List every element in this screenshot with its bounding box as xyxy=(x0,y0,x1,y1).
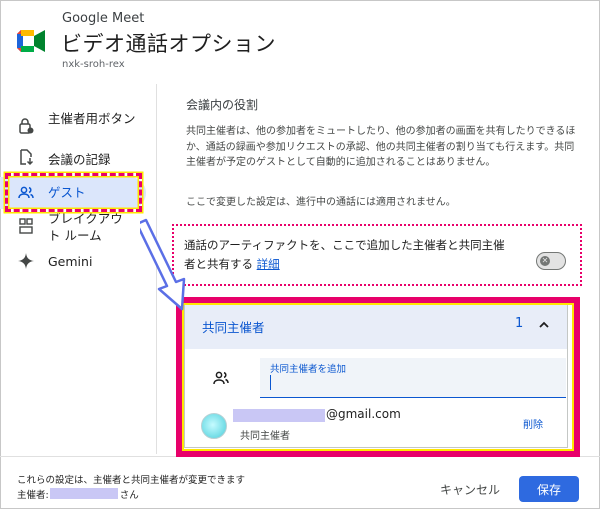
share-artifacts-text: 通話のアーティファクトを、ここで追加した主催者と共同主催者と共有する 詳細 xyxy=(184,238,505,271)
sidebar-item-recording[interactable]: 会議の記録 xyxy=(0,147,157,173)
chevron-up-icon[interactable] xyxy=(538,319,550,331)
add-cohost-label: 共同主催者を追加 xyxy=(270,364,347,375)
sidebar-item-label: 会議の記録 xyxy=(48,152,111,167)
cohost-role: 共同主催者 xyxy=(240,431,290,442)
cohost-panel-title: 共同主催者 xyxy=(202,320,265,335)
add-people-icon xyxy=(213,371,229,385)
google-meet-logo-icon xyxy=(17,30,45,52)
toggle-knob: ✕ xyxy=(540,256,550,266)
avatar xyxy=(201,413,227,439)
share-artifacts-toggle[interactable]: ✕ xyxy=(536,252,566,270)
sidebar-item-label: 主催者用ボタン xyxy=(48,111,136,126)
add-cohost-input[interactable] xyxy=(268,374,558,394)
share-artifacts-setting: 通話のアーティファクトを、ここで追加した主催者と共同主催者と共有する 詳細 ✕ xyxy=(174,225,580,285)
sidebar-item-label: ゲスト xyxy=(48,185,86,200)
sidebar-item-host-controls[interactable]: 主催者用ボタン xyxy=(0,106,157,146)
close-icon: ✕ xyxy=(541,256,549,265)
breakout-room-icon xyxy=(19,218,33,234)
add-cohost-field: 共同主催者を追加 xyxy=(260,358,566,398)
sidebar-item-label: ブレイクアウト ルーム xyxy=(48,211,123,243)
dialog-title: ビデオ通話オプション xyxy=(61,32,276,56)
remove-cohost-button[interactable]: 削除 xyxy=(523,416,543,431)
app-name: Google Meet xyxy=(62,11,145,26)
cohost-email-domain: @gmail.com xyxy=(326,407,401,421)
meeting-code: nxk-sroh-rex xyxy=(62,59,125,70)
section-title: 会議内の役割 xyxy=(186,98,259,112)
main-content: 会議内の役割 共同主催者は、他の参加者をミュートしたり、他の参加者の画面を共有し… xyxy=(158,84,600,454)
cohost-panel: 共同主催者 1 共同主催者を追加 @gmail.com 共同主催者 削除 xyxy=(184,303,568,448)
learn-more-link[interactable]: 詳細 xyxy=(257,257,280,271)
dialog-header: Google Meet ビデオ通話オプション nxk-sroh-rex xyxy=(0,0,600,82)
gemini-sparkle-icon xyxy=(18,253,34,269)
redacted-host-name xyxy=(49,488,118,499)
settings-note: ここで変更した設定は、進行中の通話には適用されません。 xyxy=(186,197,456,208)
people-icon xyxy=(18,186,34,199)
dialog-footer: これらの設定は、主催者と共同主催者が変更できます 主催者: さん キャンセル 保存 xyxy=(0,456,600,509)
cohost-count: 1 xyxy=(515,316,524,331)
sidebar-item-guests[interactable]: ゲスト xyxy=(0,177,146,209)
footer-info: これらの設定は、主催者と共同主催者が変更できます xyxy=(17,475,246,486)
cancel-button[interactable]: キャンセル xyxy=(430,477,510,502)
cohost-panel-header[interactable]: 共同主催者 1 xyxy=(185,304,567,349)
save-button[interactable]: 保存 xyxy=(519,476,579,502)
redacted-email xyxy=(233,409,325,422)
sidebar-item-gemini[interactable]: Gemini xyxy=(0,252,157,274)
roles-description: 共同主催者は、他の参加者をミュートしたり、他の参加者の画面を共有したりできるほか… xyxy=(186,126,576,168)
sidebar-item-label: Gemini xyxy=(48,254,93,269)
file-save-icon xyxy=(20,149,34,166)
cohost-row: @gmail.com 共同主催者 削除 xyxy=(185,404,567,446)
lock-person-icon xyxy=(19,118,34,134)
footer-host: 主催者: さん xyxy=(17,488,139,501)
sidebar-item-breakout-rooms[interactable]: ブレイクアウト ルーム xyxy=(0,211,157,248)
sidebar: 主催者用ボタン 会議の記録 ゲスト ブレイクアウト ルーム Gemini xyxy=(0,84,157,454)
